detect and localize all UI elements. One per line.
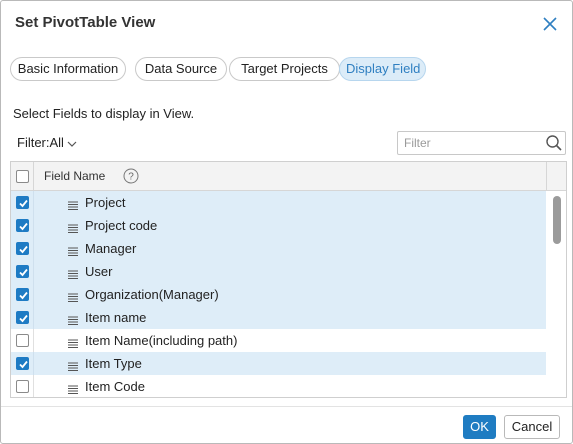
field-name-label: Organization(Manager) <box>85 287 219 302</box>
tab-data-source[interactable]: Data Source <box>135 57 227 81</box>
help-icon[interactable]: ? <box>123 168 139 184</box>
table-row[interactable]: Item Name(including path) <box>11 329 546 352</box>
drag-handle-icon[interactable] <box>68 313 78 325</box>
row-checkbox-cell <box>11 283 34 306</box>
field-name-label: Item Name(including path) <box>85 333 238 348</box>
row-checkbox-cell <box>11 191 34 214</box>
row-checkbox[interactable] <box>16 311 29 324</box>
row-checkbox-cell <box>11 329 34 352</box>
filter-dropdown[interactable]: Filter:All <box>17 135 77 150</box>
drag-handle-icon[interactable] <box>68 359 78 371</box>
row-checkbox[interactable] <box>16 196 29 209</box>
chevron-down-icon <box>67 141 77 147</box>
scrollbar-thumb[interactable] <box>553 196 561 244</box>
search-icon[interactable] <box>545 134 563 152</box>
column-header-field-name: Field Name <box>44 169 106 183</box>
ok-button[interactable]: OK <box>463 415 496 439</box>
field-name-label: User <box>85 264 113 279</box>
filter-search-box <box>397 131 566 155</box>
drag-handle-icon[interactable] <box>68 267 78 279</box>
filter-dropdown-label: Filter:All <box>17 135 64 150</box>
tab-target-projects[interactable]: Target Projects <box>229 57 340 81</box>
tab-basic-information[interactable]: Basic Information <box>10 57 126 81</box>
header-scroll-spacer <box>546 162 566 191</box>
dialog-title: Set PivotTable View <box>15 14 156 31</box>
field-name-label: Manager <box>85 241 137 256</box>
table-row[interactable]: Project <box>11 191 546 214</box>
row-checkbox-cell <box>11 214 34 237</box>
row-checkbox[interactable] <box>16 219 29 232</box>
drag-handle-icon[interactable] <box>68 336 78 348</box>
field-name-label: Item Code <box>85 379 145 394</box>
instruction-text: Select Fields to display in View. <box>13 106 195 121</box>
row-checkbox-cell <box>11 306 34 329</box>
row-checkbox-cell <box>11 260 34 283</box>
row-checkbox-cell <box>11 352 34 375</box>
close-icon[interactable] <box>542 16 558 32</box>
footer-divider <box>1 406 572 407</box>
row-checkbox[interactable] <box>16 265 29 278</box>
select-all-cell <box>11 162 34 191</box>
set-pivottable-view-dialog: Set PivotTable View Basic Information Da… <box>0 0 573 444</box>
row-checkbox[interactable] <box>16 357 29 370</box>
field-grid: Field Name ? Project Project code Manager U… <box>10 161 567 398</box>
select-all-checkbox[interactable] <box>16 170 29 183</box>
table-row[interactable]: User <box>11 260 546 283</box>
row-checkbox[interactable] <box>16 380 29 393</box>
field-name-label: Project <box>85 195 126 210</box>
field-name-label: Project code <box>85 218 158 233</box>
cancel-button[interactable]: Cancel <box>504 415 560 439</box>
table-row[interactable]: Manager <box>11 237 546 260</box>
svg-text:?: ? <box>128 172 134 183</box>
row-checkbox[interactable] <box>16 242 29 255</box>
table-row[interactable]: Item name <box>11 306 546 329</box>
field-name-label: Item Type <box>85 356 142 371</box>
drag-handle-icon[interactable] <box>68 382 78 394</box>
row-checkbox[interactable] <box>16 334 29 347</box>
vertical-scrollbar[interactable] <box>546 191 566 397</box>
table-row[interactable]: Project code <box>11 214 546 237</box>
field-name-label: Item name <box>85 310 147 325</box>
table-row[interactable]: Item Code <box>11 375 546 397</box>
row-checkbox-cell <box>11 237 34 260</box>
row-checkbox-cell <box>11 375 34 397</box>
table-row[interactable]: Organization(Manager) <box>11 283 546 306</box>
table-row[interactable]: Item Type <box>11 352 546 375</box>
drag-handle-icon[interactable] <box>68 290 78 302</box>
drag-handle-icon[interactable] <box>68 198 78 210</box>
drag-handle-icon[interactable] <box>68 221 78 233</box>
tab-display-field[interactable]: Display Field <box>339 57 426 81</box>
row-checkbox[interactable] <box>16 288 29 301</box>
filter-search-input[interactable] <box>398 132 538 154</box>
grid-header: Field Name ? <box>11 162 566 191</box>
drag-handle-icon[interactable] <box>68 244 78 256</box>
